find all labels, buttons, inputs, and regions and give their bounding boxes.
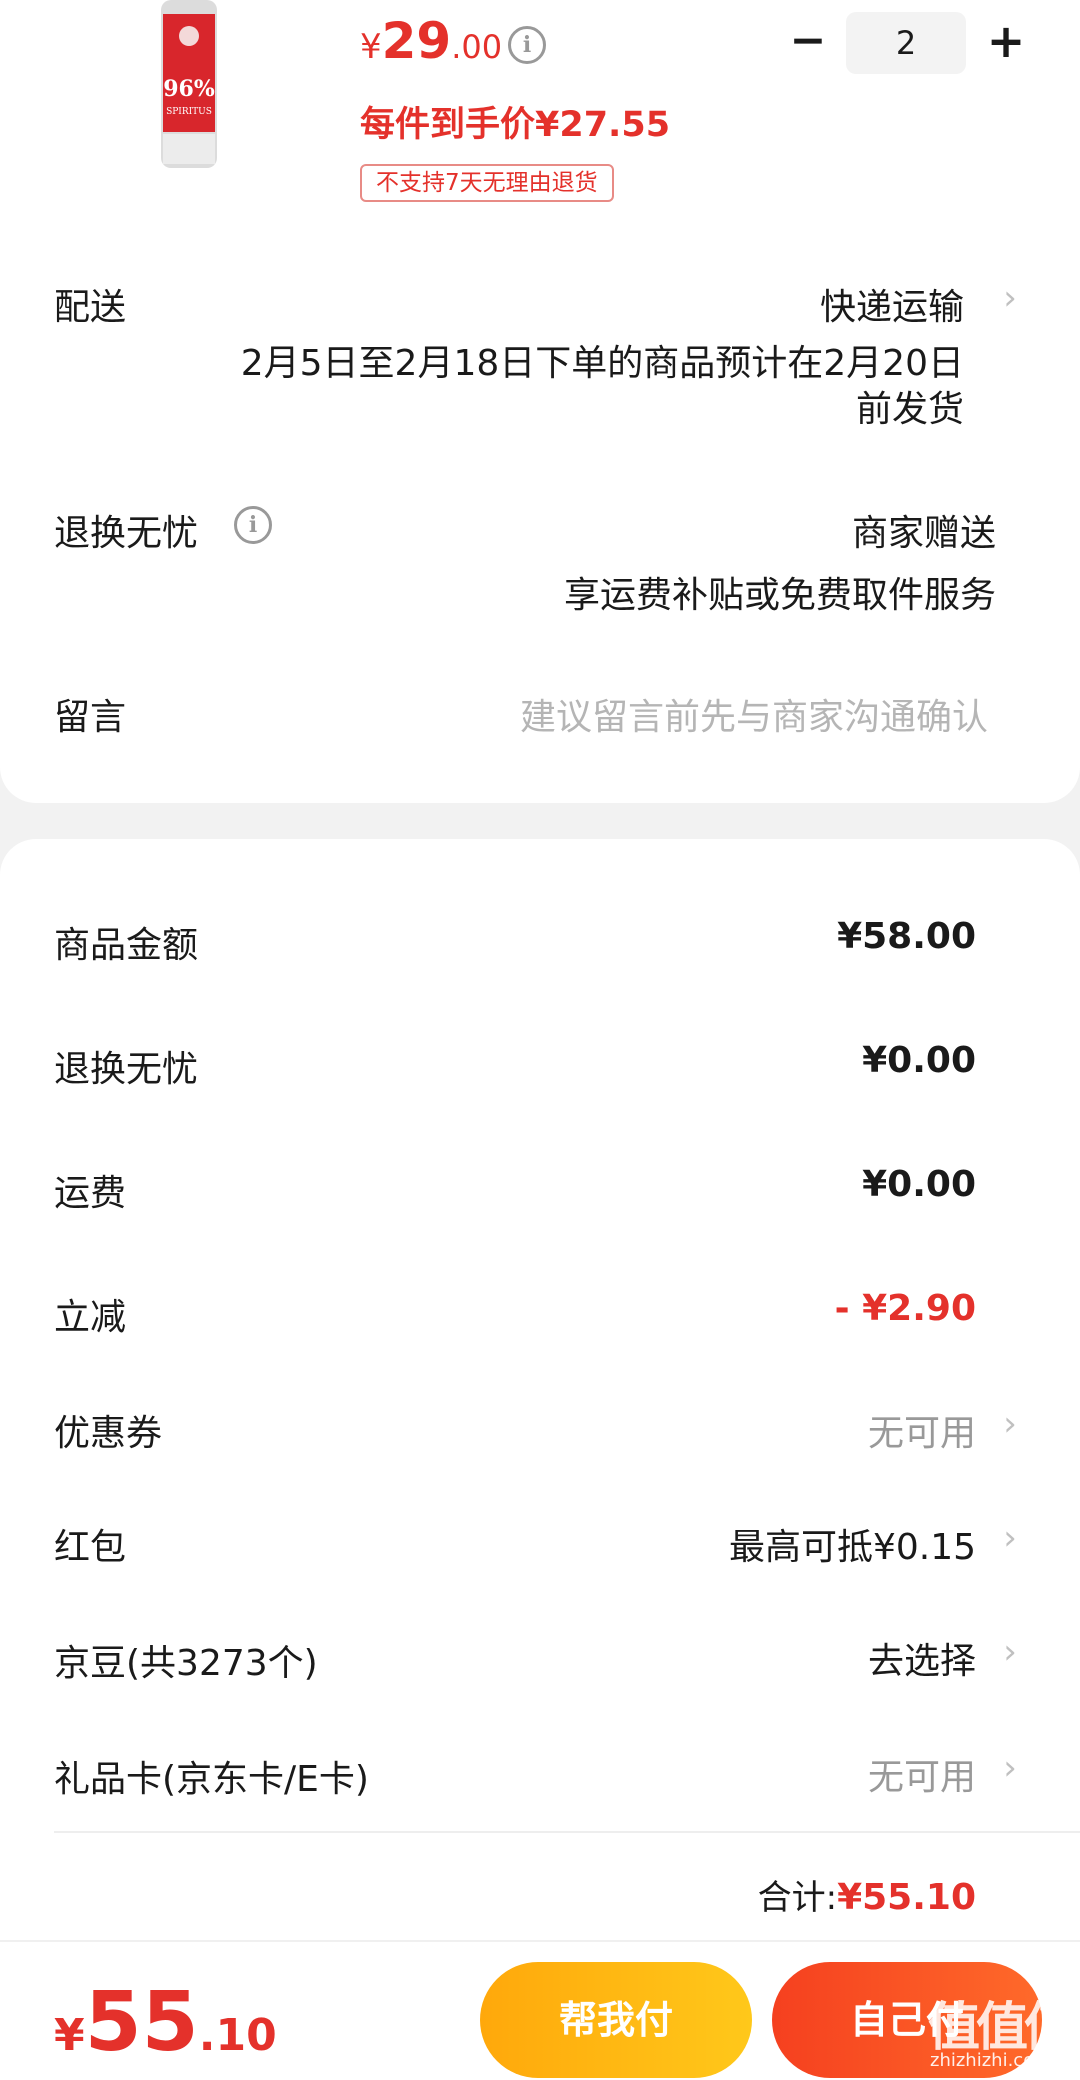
message-label: 留言 — [54, 697, 127, 738]
summary-value-shipping: ¥0.00 — [862, 1164, 976, 1205]
delivery-label: 配送 — [54, 287, 127, 328]
watermark-site: zhizhizhi.com — [930, 2050, 1052, 2071]
price-currency: ¥ — [360, 27, 382, 67]
checkout-currency: ¥ — [54, 2010, 85, 2061]
delivery-method[interactable]: 快递运输 — [820, 278, 964, 330]
watermark-logo: 值值值 — [928, 1998, 1076, 2058]
bottle-label-percent: 96% — [163, 76, 215, 102]
summary-value-goods: ¥58.00 — [837, 916, 976, 957]
chevron-right-icon[interactable]: › — [1000, 1632, 1020, 1672]
summary-total: 合计:¥55.10 — [758, 1870, 976, 1919]
chevron-right-icon[interactable]: › — [1000, 1518, 1020, 1558]
summary-value-discount: - ¥2.90 — [834, 1288, 976, 1329]
product-image[interactable]: 96% SPIRITUS — [155, 0, 223, 170]
return-policy-tag: 不支持7天无理由退货 — [360, 164, 614, 202]
summary-label-return: 退换无忧 — [54, 1049, 199, 1090]
price-integer: 29 — [381, 12, 452, 70]
summary-value-coupon[interactable]: 无可用 — [868, 1404, 976, 1456]
chevron-right-icon[interactable]: › — [1000, 278, 1020, 318]
bottle-label-name: SPIRITUS — [166, 107, 212, 117]
summary-value-jingdou[interactable]: 去选择 — [868, 1632, 976, 1684]
summary-value-return: ¥0.00 — [862, 1040, 976, 1081]
summary-label-goods: 商品金额 — [54, 925, 199, 966]
checkout-price-decimal: .10 — [198, 2010, 277, 2061]
minus-icon[interactable]: − — [788, 18, 828, 68]
message-input[interactable]: 建议留言前先与商家沟通确认 — [520, 688, 988, 740]
checkout-price-integer: 55 — [84, 1975, 199, 2070]
summary-label-shipping: 运费 — [54, 1173, 127, 1214]
summary-label-jingdou: 京豆(共3273个) — [54, 1643, 318, 1684]
return-service-label: 退换无忧 — [54, 513, 199, 554]
delivery-note-line1: 2月5日至2月18日下单的商品预计在2月20日 — [240, 343, 964, 384]
quantity-stepper[interactable]: 2 — [846, 12, 966, 74]
return-service-sub: 享运费补贴或免费取件服务 — [563, 575, 996, 616]
summary-label-redpacket: 红包 — [54, 1527, 127, 1568]
summary-label-coupon: 优惠券 — [54, 1413, 163, 1454]
delivery-note-line2: 前发货 — [855, 389, 964, 430]
total-value: ¥55.10 — [837, 1877, 976, 1918]
price-decimal: .00 — [451, 28, 503, 66]
plus-icon[interactable]: + — [984, 18, 1028, 68]
checkout-total-price: ¥55.10 — [54, 1975, 277, 2070]
help-pay-button[interactable]: 帮我付 — [480, 1962, 752, 2078]
divider — [54, 1831, 1080, 1833]
return-service-value: 商家赠送 — [851, 513, 996, 554]
summary-value-giftcard[interactable]: 无可用 — [868, 1748, 976, 1800]
info-icon[interactable]: i — [234, 506, 272, 544]
info-icon[interactable]: i — [508, 26, 546, 64]
summary-label-discount: 立减 — [54, 1297, 127, 1338]
total-label: 合计: — [757, 1878, 838, 1918]
unit-price: ¥29.00 — [360, 12, 502, 70]
summary-label-giftcard: 礼品卡(京东卡/E卡) — [54, 1759, 369, 1800]
chevron-right-icon[interactable]: › — [1000, 1404, 1020, 1444]
summary-value-redpacket[interactable]: 最高可抵¥0.15 — [729, 1518, 976, 1570]
per-item-price: 每件到手价¥27.55 — [360, 105, 671, 145]
chevron-right-icon[interactable]: › — [1000, 1748, 1020, 1788]
